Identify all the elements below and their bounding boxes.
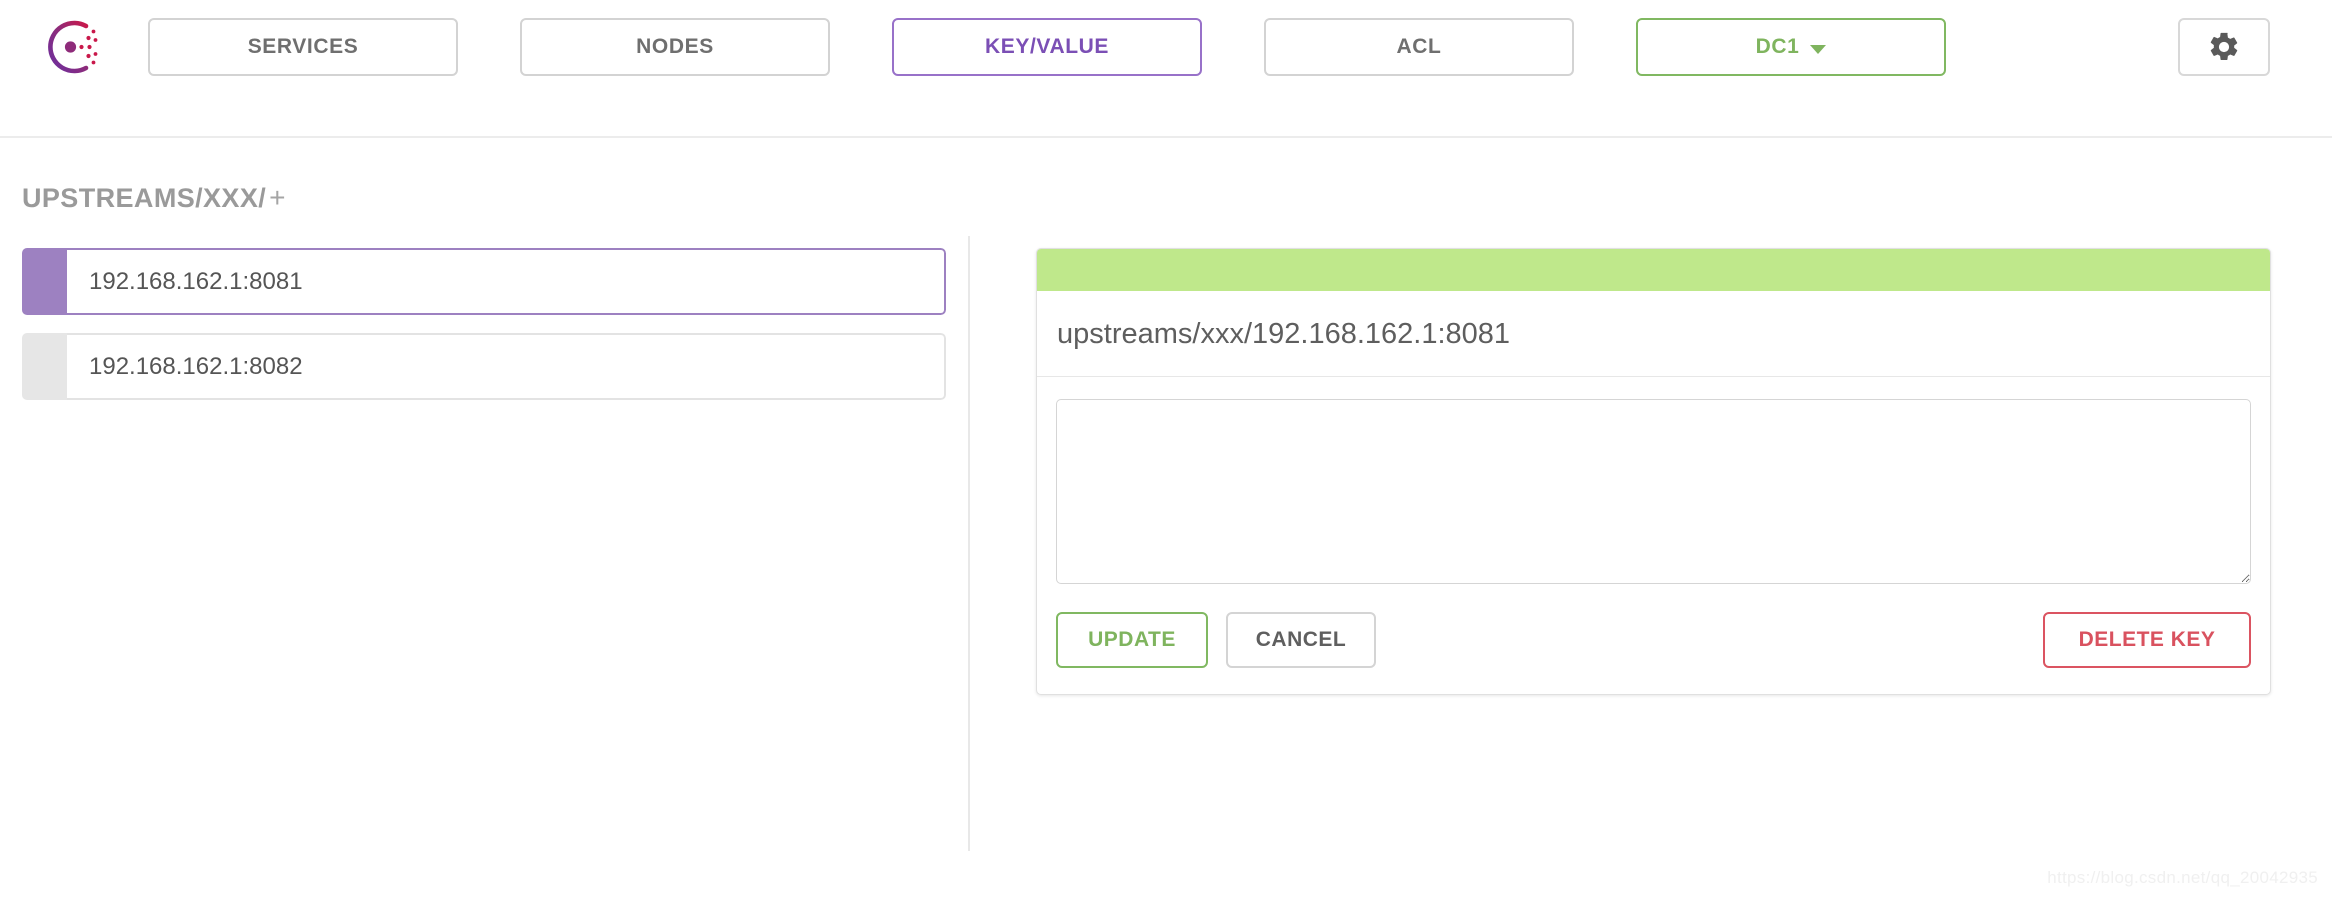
column-divider (968, 236, 970, 851)
nav-tab-acl-label: ACL (1396, 35, 1442, 58)
nav-tab-nodes-label: NODES (636, 35, 714, 58)
datacenter-label: DC1 (1755, 35, 1800, 58)
kv-detail-panel: upstreams/xxx/192.168.162.1:8081 UPDATE … (1036, 248, 2271, 695)
breadcrumb: UPSTREAMS/XXX/+ (0, 138, 2332, 212)
gear-icon (2210, 32, 2238, 61)
watermark: https://blog.csdn.net/qq_20042935 (2047, 868, 2318, 887)
update-button[interactable]: UPDATE (1056, 612, 1208, 668)
consul-logo-icon (48, 20, 98, 74)
content-area: 192.168.162.1:8081 192.168.162.1:8082 up… (0, 212, 2332, 851)
kv-key-path: upstreams/xxx/192.168.162.1:8081 (1037, 291, 2270, 377)
consul-logo[interactable] (0, 6, 148, 88)
cancel-button-label: CANCEL (1255, 628, 1347, 651)
chevron-down-icon (1810, 44, 1827, 54)
page-root: SERVICES NODES KEY/VALUE ACL DC1 UPSTREA… (0, 0, 2332, 900)
delete-key-button[interactable]: DELETE KEY (2043, 612, 2251, 668)
nav-tab-nodes[interactable]: NODES (520, 18, 830, 76)
panel-accent-bar (1037, 249, 2270, 291)
main-nav: SERVICES NODES KEY/VALUE ACL DC1 (148, 6, 2332, 88)
nav-tab-key-value-label: KEY/VALUE (984, 35, 1110, 58)
update-button-label: UPDATE (1088, 628, 1176, 651)
list-item-selection-bar (22, 333, 67, 400)
add-key-button[interactable]: + (269, 182, 286, 213)
nav-tab-services[interactable]: SERVICES (148, 18, 458, 76)
list-item[interactable]: 192.168.162.1:8082 (22, 333, 946, 400)
settings-button[interactable] (2178, 18, 2270, 76)
kv-action-bar: UPDATE CANCEL DELETE KEY (1037, 584, 2270, 694)
kv-value-section (1037, 377, 2270, 584)
kv-key-list: 192.168.162.1:8081 192.168.162.1:8082 (0, 248, 946, 695)
list-item-label: 192.168.162.1:8081 (67, 248, 946, 315)
nav-tab-key-value[interactable]: KEY/VALUE (892, 18, 1202, 76)
list-item-selection-bar (22, 248, 67, 315)
kv-value-input[interactable] (1056, 399, 2251, 584)
cancel-button[interactable]: CANCEL (1226, 612, 1376, 668)
nav-tab-acl[interactable]: ACL (1264, 18, 1574, 76)
list-item-label: 192.168.162.1:8082 (67, 333, 946, 400)
nav-tab-services-label: SERVICES (247, 35, 359, 58)
list-item[interactable]: 192.168.162.1:8081 (22, 248, 946, 315)
breadcrumb-path[interactable]: UPSTREAMS/XXX/ (22, 183, 266, 213)
datacenter-selector[interactable]: DC1 (1636, 18, 1946, 76)
app-header: SERVICES NODES KEY/VALUE ACL DC1 (0, 0, 2332, 138)
delete-key-button-label: DELETE KEY (2078, 628, 2216, 651)
kv-detail-area: upstreams/xxx/192.168.162.1:8081 UPDATE … (946, 248, 2332, 695)
